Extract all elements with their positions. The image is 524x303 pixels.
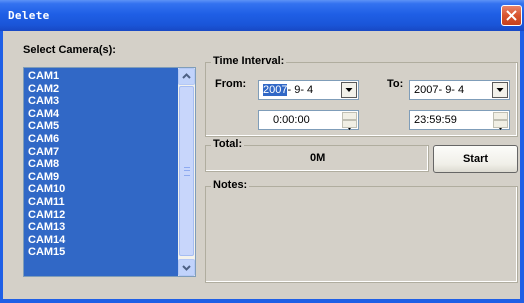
notes-label: Notes: [211, 179, 250, 191]
from-date-year: 2007 [263, 84, 288, 96]
camera-list-item[interactable]: CAM6 [28, 133, 59, 145]
spin-up-button[interactable] [342, 112, 357, 124]
camera-list-item[interactable]: CAM11 [28, 196, 65, 208]
to-date-picker[interactable]: 2007- 9- 4 [409, 80, 510, 100]
scroll-thumb[interactable] [179, 86, 194, 256]
camera-list-items: CAM1 CAM2 CAM3 CAM4 CAM5 CAM6 CAM7 CAM8 CAM9 CAM1… [24, 68, 178, 276]
camera-list-item[interactable]: CAM9 [28, 171, 59, 183]
to-time-value: 23:59:59 [414, 114, 457, 126]
chevron-down-icon [182, 265, 191, 271]
from-date-rest: - 9- 4 [287, 84, 314, 96]
spin-down-icon [499, 128, 502, 130]
chevron-up-icon [182, 73, 191, 79]
title-bar[interactable]: Delete [0, 0, 524, 31]
camera-list-scrollbar[interactable] [178, 68, 195, 276]
scroll-grip [184, 167, 190, 176]
camera-list-item[interactable]: CAM15 [28, 246, 65, 258]
camera-list-item[interactable]: CAM8 [28, 158, 59, 170]
spin-down-button[interactable] [342, 120, 357, 130]
to-date-value: 2007- 9- 4 [414, 84, 465, 96]
camera-list-item[interactable]: CAM12 [28, 209, 65, 221]
spin-down-button[interactable] [493, 120, 508, 130]
camera-list-item[interactable]: CAM7 [28, 146, 59, 158]
from-time-spinner[interactable]: 0:00:00 [258, 110, 359, 130]
select-cameras-label: Select Camera(s): [23, 44, 116, 56]
to-label: To: [387, 78, 404, 90]
scroll-down-button[interactable] [178, 259, 195, 276]
scroll-up-button[interactable] [178, 68, 195, 85]
camera-listbox[interactable]: CAM1 CAM2 CAM3 CAM4 CAM5 CAM6 CAM7 CAM8 CAM9 CAM1… [23, 67, 196, 277]
spin-up-button[interactable] [493, 112, 508, 124]
close-icon [506, 10, 517, 21]
camera-list-item[interactable]: CAM5 [28, 120, 59, 132]
window-title: Delete [8, 9, 50, 22]
time-interval-label: Time Interval: [211, 55, 287, 67]
from-time-value: 0:00:00 [273, 114, 310, 126]
from-date-picker[interactable]: 2007- 9- 4 [258, 80, 359, 100]
notes-group [205, 186, 518, 283]
to-date-dropdown-button[interactable] [492, 82, 508, 98]
camera-list-item[interactable]: CAM1 [28, 70, 59, 82]
window-frame-right [520, 31, 524, 303]
camera-list-item[interactable]: CAM2 [28, 83, 59, 95]
camera-list-item[interactable]: CAM13 [28, 221, 65, 233]
total-value: 0M [310, 152, 326, 164]
start-button[interactable]: Start [433, 145, 518, 173]
camera-list-item[interactable]: CAM3 [28, 95, 59, 107]
camera-list-item[interactable]: CAM14 [28, 234, 65, 246]
total-label: Total: [211, 138, 245, 150]
from-label: From: [215, 78, 247, 90]
spin-down-icon [348, 128, 351, 130]
to-time-spinner[interactable]: 23:59:59 [409, 110, 510, 130]
to-time-spin-buttons[interactable] [493, 112, 508, 130]
window-frame-left [0, 31, 3, 303]
from-date-dropdown-button[interactable] [341, 82, 357, 98]
from-time-spin-buttons[interactable] [342, 112, 357, 130]
window-frame-bottom [0, 299, 524, 303]
camera-list-item[interactable]: CAM4 [28, 108, 59, 120]
delete-dialog: Delete Select Camera(s): CAM1 CAM2 CAM3 CAM… [0, 0, 524, 303]
camera-list-item[interactable]: CAM10 [28, 183, 65, 195]
dropdown-arrow-icon [496, 88, 504, 92]
close-button[interactable] [501, 5, 522, 26]
dropdown-arrow-icon [345, 88, 353, 92]
